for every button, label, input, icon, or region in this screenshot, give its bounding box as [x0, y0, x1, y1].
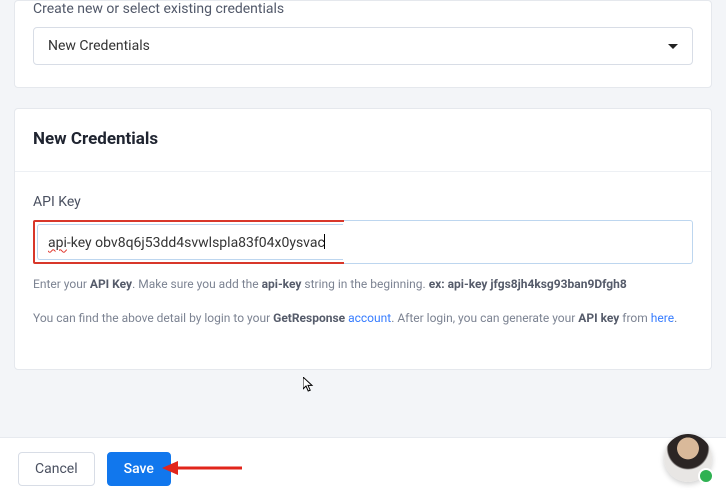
hint-text-bold: API Key	[90, 277, 132, 291]
detail-text-part: . After login, you can generate your	[391, 311, 578, 325]
api-key-text-prefix: api	[48, 235, 67, 251]
hint-text-part: Enter your	[33, 277, 90, 291]
select-credentials-label: Create new or select existing credential…	[33, 1, 693, 17]
card-heading: New Credentials	[33, 129, 693, 149]
credentials-select-value: New Credentials	[48, 38, 150, 54]
save-button[interactable]: Save	[107, 452, 171, 486]
new-credentials-card: New Credentials API Key api-key obv8q6j5…	[14, 108, 712, 370]
chevron-down-icon	[668, 44, 678, 49]
api-key-find-detail: You can find the above detail by login t…	[33, 308, 693, 328]
footer-bar: Cancel Save	[0, 437, 726, 500]
cancel-button[interactable]: Cancel	[18, 452, 95, 486]
detail-text-bold: GetResponse	[273, 311, 345, 325]
detail-text-part: .	[674, 311, 677, 325]
api-key-input-continuation[interactable]	[344, 220, 693, 264]
select-credentials-card: Create new or select existing credential…	[14, 0, 712, 88]
detail-text-part: You can find the above detail by login t…	[33, 311, 273, 325]
credentials-select[interactable]: New Credentials	[33, 27, 693, 65]
hint-text-bold: api-key	[262, 277, 302, 291]
api-key-input[interactable]: api-key obv8q6j53dd4svwlspla83f04x0ysvac	[37, 224, 343, 260]
api-key-label: API Key	[33, 194, 693, 210]
hint-text-bold: ex: api-key jfgs8jh4ksg93ban9Dfgh8	[429, 277, 627, 291]
detail-text-part: from	[619, 311, 650, 325]
cursor-icon	[303, 377, 315, 393]
chat-avatar-button[interactable]	[664, 434, 712, 482]
detail-text-bold: API key	[578, 311, 619, 325]
annotation-arrow-icon	[162, 458, 242, 478]
here-link[interactable]: here	[651, 311, 674, 325]
api-key-input-row: api-key obv8q6j53dd4svwlspla83f04x0ysvac	[33, 220, 693, 264]
avatar-icon	[664, 434, 712, 482]
text-caret-icon	[324, 234, 325, 249]
hint-text-part: string in the beginning.	[301, 277, 428, 291]
annotation-input-highlight: api-key obv8q6j53dd4svwlspla83f04x0ysvac	[33, 220, 347, 264]
hint-text-part: . Make sure you add the	[132, 277, 262, 291]
api-key-text-rest: -key obv8q6j53dd4svwlspla83f04x0ysvac	[67, 235, 325, 251]
api-key-hint: Enter your API Key. Make sure you add th…	[33, 274, 693, 294]
account-link[interactable]: account	[348, 311, 391, 325]
